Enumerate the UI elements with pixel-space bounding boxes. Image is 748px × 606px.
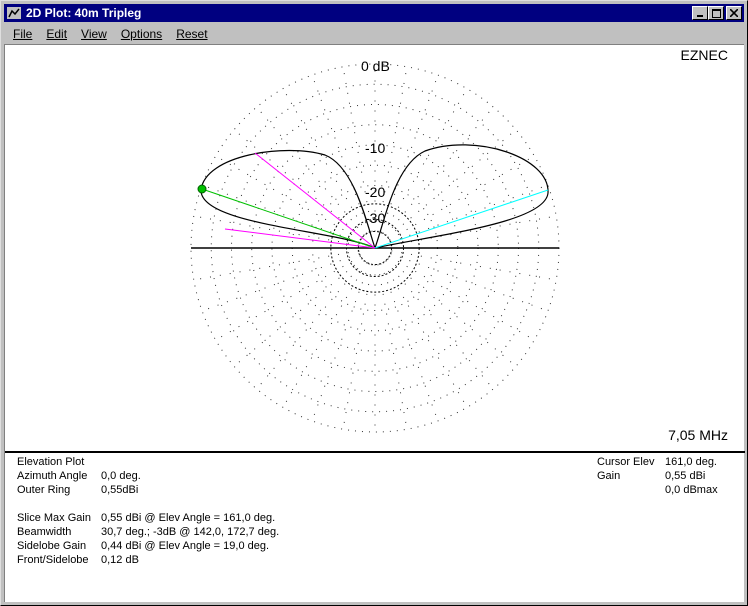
info-value: 0,0 dBmax — [665, 484, 718, 496]
info-value: 0,55 dBi — [665, 470, 706, 482]
ring-label-10: -10 — [365, 140, 385, 156]
info-row-cursor-gain: Gain 0,55 dBi — [597, 469, 718, 483]
info-row-beamwidth: Beamwidth 30,7 deg.; -3dB @ 142,0, 172,7… — [17, 525, 279, 539]
minimize-icon — [697, 15, 703, 17]
menu-reset-label: Reset — [176, 26, 208, 41]
menu-edit[interactable]: Edit — [37, 27, 72, 41]
info-row-sidelobe: Sidelobe Gain 0,44 dBi @ Elev Angle = 19… — [17, 539, 279, 553]
menu-view[interactable]: View — [72, 27, 112, 41]
info-label — [597, 483, 665, 497]
info-value: 0,12 dB — [101, 554, 139, 566]
info-row-cursor-elev: Cursor Elev 161,0 deg. — [597, 455, 718, 469]
info-right: Cursor Elev 161,0 deg. Gain 0,55 dBi 0,0… — [597, 455, 718, 497]
info-label: Sidelobe Gain — [17, 540, 87, 552]
divider — [5, 451, 745, 453]
maximize-icon — [711, 8, 721, 18]
info-label: Outer Ring — [17, 484, 71, 496]
info-row-cursor-dbmax: 0,0 dBmax — [597, 483, 718, 497]
menu-edit-label: Edit — [46, 26, 68, 41]
eznec-label: EZNEC — [680, 47, 728, 63]
info-row-azimuth: Azimuth Angle 0,0 deg. — [17, 469, 279, 483]
info-value: 161,0 deg. — [665, 456, 717, 468]
info-left: Elevation Plot Azimuth Angle 0,0 deg. Ou… — [17, 455, 279, 567]
sidelobe-line — [374, 189, 549, 249]
ring-label-30: -30 — [365, 210, 385, 226]
plot-window: 2D Plot: 40m Tripleg File Edit View Opti… — [0, 0, 748, 606]
cursor-marker[interactable] — [197, 184, 207, 194]
menu-view-label: View — [81, 26, 107, 41]
frequency-label: 7,05 MHz — [668, 427, 728, 443]
app-icon[interactable] — [6, 6, 22, 20]
menu-options[interactable]: Options — [112, 27, 167, 41]
plot-client-area[interactable]: 0 dB -10 -20 -30 EZNEC 7,05 MHz Elevatio… — [4, 44, 745, 602]
window-title: 2D Plot: 40m Tripleg — [26, 6, 142, 20]
info-value: 0,55 dBi @ Elev Angle = 161,0 deg. — [101, 512, 276, 524]
ring-label-20: -20 — [365, 184, 385, 200]
info-value: 0,44 dBi @ Elev Angle = 19,0 deg. — [101, 540, 270, 552]
plot-type: Elevation Plot — [17, 456, 85, 468]
info-value: 0,55dBi — [101, 484, 139, 496]
menu-file-label: File — [13, 26, 33, 41]
max-gain-line — [201, 188, 376, 249]
close-icon — [730, 9, 738, 17]
title-bar[interactable]: 2D Plot: 40m Tripleg — [4, 4, 744, 22]
info-row-front-sidelobe: Front/Sidelobe 0,12 dB — [17, 553, 279, 567]
info-value: 30,7 deg.; -3dB @ 142,0, 172,7 deg. — [101, 526, 280, 538]
close-button[interactable] — [726, 6, 742, 20]
beamwidth-line-lower — [224, 228, 376, 249]
polar-plot[interactable]: 0 dB -10 -20 -30 — [5, 45, 745, 451]
menu-reset[interactable]: Reset — [167, 27, 212, 41]
info-row-max-gain: Slice Max Gain 0,55 dBi @ Elev Angle = 1… — [17, 511, 279, 525]
menu-bar: File Edit View Options Reset — [4, 24, 744, 43]
info-label: Front/Sidelobe — [17, 554, 89, 566]
minimize-button[interactable] — [692, 6, 708, 20]
pattern-lobe-right — [374, 144, 549, 249]
info-label: Slice Max Gain — [17, 512, 91, 524]
info-label: Gain — [597, 470, 621, 482]
ring-label-0db: 0 dB — [361, 58, 390, 74]
info-label: Beamwidth — [17, 526, 72, 538]
pattern-lobe-left — [200, 149, 377, 250]
maximize-button[interactable] — [708, 6, 724, 20]
menu-options-label: Options — [120, 26, 163, 41]
info-row-outer-ring: Outer Ring 0,55dBi — [17, 483, 279, 497]
info-label: Azimuth Angle — [17, 470, 88, 482]
info-value: 0,0 deg. — [101, 470, 141, 482]
menu-file[interactable]: File — [4, 27, 37, 41]
info-label: Cursor Elev — [597, 456, 655, 468]
